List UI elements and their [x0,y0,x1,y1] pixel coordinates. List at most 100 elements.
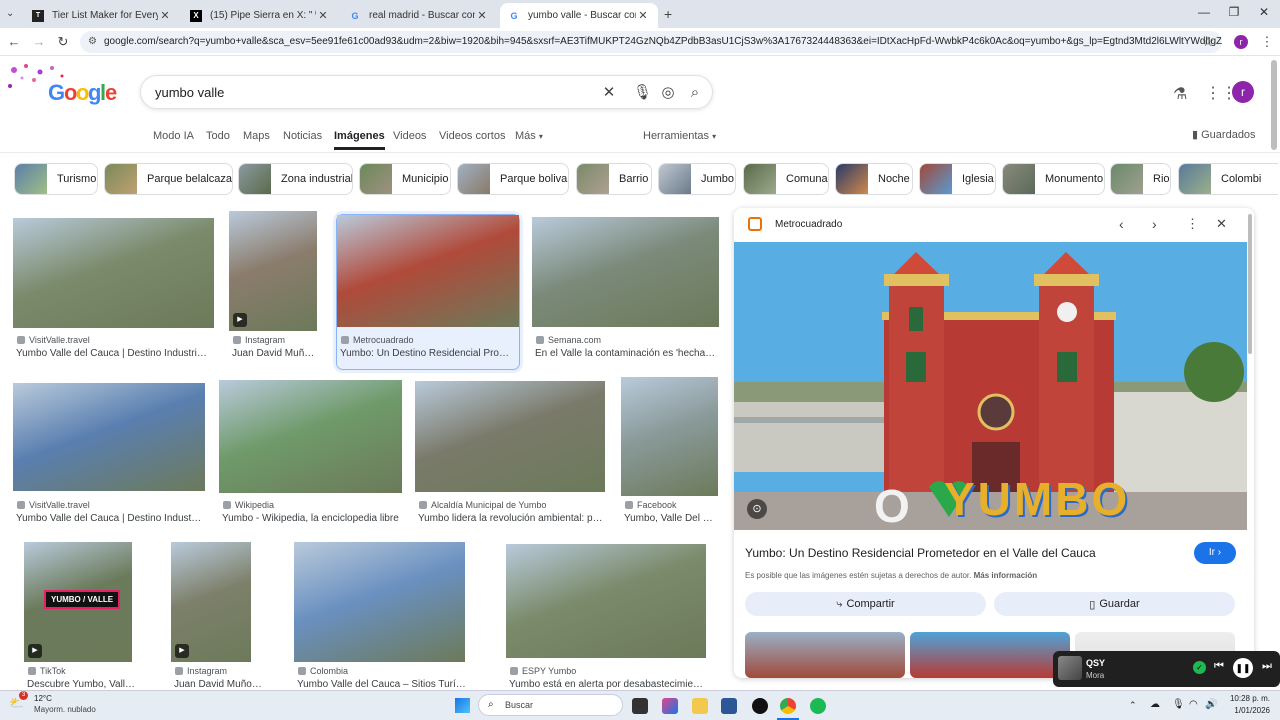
panel-source[interactable]: Metrocuadrado [775,219,842,230]
show-hidden-icons[interactable]: ⌃ [1129,700,1137,711]
browser-menu-icon[interactable]: ⋮ [1258,34,1276,50]
bookmark-star-icon[interactable]: ☆ [1199,34,1217,50]
close-tab-icon[interactable]: ✕ [316,9,330,22]
next-track-icon[interactable]: ⏭ [1262,660,1272,673]
result-source[interactable]: TikTok [28,666,143,676]
pause-icon[interactable]: ❚❚ [1233,658,1253,678]
new-tab-button[interactable]: + [664,6,672,22]
chip-turismo[interactable]: Turismo [14,163,98,195]
chip-iglesia[interactable]: Iglesia [919,163,996,195]
result-caption[interactable]: En el Valle la contaminación es 'hecha e… [535,348,716,359]
result-caption[interactable]: Yumbo - Wikipedia, la enciclopedia libre [222,513,401,524]
account-avatar[interactable]: r [1232,81,1254,103]
lens-search-icon[interactable]: ⊙ [747,499,767,519]
result-thumbnail[interactable] [294,542,465,662]
chip-rio[interactable]: Rio [1110,163,1171,195]
minimize-icon[interactable]: — [1194,5,1214,19]
result-source[interactable]: VisitValle.travel [17,500,209,510]
result-thumbnail[interactable] [532,217,719,327]
image-result[interactable]: VisitValle.travel Yumbo Valle del Cauca |… [13,218,214,369]
image-result[interactable]: ▶ YUMBO / VALLE TikTok Descubre Yumbo, Vall… [24,542,139,700]
image-result[interactable]: Semana.com En el Valle la contaminación e… [532,217,719,369]
result-source[interactable]: Metrocuadrado [341,335,521,345]
save-button[interactable]: ▯ Guardar [994,592,1235,616]
chip-colombia[interactable]: Colombi [1178,163,1278,195]
chip-zona-industrial[interactable]: Zona industrial [238,163,353,195]
chip-monumento[interactable]: Monumento [1002,163,1105,195]
volume-icon[interactable]: 🔊 [1205,699,1217,710]
result-caption[interactable]: Yumbo lidera la revolución ambiental: pr… [418,513,604,524]
browser-tab[interactable]: T Tier List Maker for Everything - ✕ [24,3,180,28]
site-info-icon[interactable]: ⚙ [88,31,97,53]
result-thumbnail[interactable] [13,218,214,328]
more-options-icon[interactable]: ⋮ [1186,216,1199,232]
result-caption[interactable]: Descubre Yumbo, Valle de... [27,679,138,690]
tab-mas[interactable]: Más ▾ [515,130,543,142]
result-caption[interactable]: Juan David Muñoz... [232,348,318,359]
result-source[interactable]: Colombia [298,666,473,676]
result-thumbnail[interactable] [415,381,605,492]
result-source[interactable]: Alcaldía Municipal de Yumbo [419,500,609,510]
close-tab-icon[interactable]: ✕ [475,9,489,22]
maximize-icon[interactable]: ❐ [1224,5,1244,19]
search-input[interactable]: yumbo valle [155,85,224,100]
image-result[interactable]: Alcaldía Municipal de Yumbo Yumbo lidera … [415,381,605,534]
result-source[interactable]: Wikipedia [223,500,406,510]
page-scrollbar[interactable] [1271,60,1277,150]
windows-start-icon[interactable] [455,698,470,713]
related-image[interactable] [910,632,1070,678]
tab-todo[interactable]: Todo [206,130,230,142]
close-tab-icon[interactable]: ✕ [158,9,172,22]
result-thumbnail[interactable] [13,383,205,491]
chip-municipio[interactable]: Municipio [359,163,451,195]
panel-title[interactable]: Yumbo: Un Destino Residencial Prometedor… [745,546,1185,560]
tools-button[interactable]: Herramientas ▾ [643,130,716,142]
search-icon[interactable]: ⌕ [686,84,704,102]
panel-scrollbar[interactable] [1248,214,1252,354]
tab-videos-cortos[interactable]: Videos cortos [439,130,505,142]
browser-tab[interactable]: G real madrid - Buscar con Googl ✕ [341,3,497,28]
profile-avatar[interactable]: r [1234,35,1248,49]
image-result[interactable]: Facebook Yumbo, Valle Del C... [621,377,718,534]
file-explorer-icon[interactable] [692,698,708,714]
next-image-icon[interactable]: › [1152,216,1157,232]
image-result[interactable]: ESPY Yumbo Yumbo está en alerta por desab… [506,544,706,700]
browser-tab[interactable]: X (15) Pipe Sierra en X: "🎈 Así se ✕ [182,3,338,28]
image-result[interactable]: Wikipedia Yumbo - Wikipedia, la enciclope… [219,380,402,534]
chip-barrio[interactable]: Barrio [576,163,652,195]
result-caption[interactable]: Yumbo, Valle Del C... [624,513,717,524]
close-window-icon[interactable]: ✕ [1254,5,1274,19]
related-image[interactable] [745,632,905,678]
image-result[interactable]: VisitValle.travel Yumbo Valle del Cauca |… [13,383,205,534]
saved-button[interactable]: ▮ Guardados [1192,128,1256,141]
onedrive-icon[interactable]: ☁ [1150,699,1160,710]
tab-imagenes[interactable]: Imágenes [334,130,385,150]
forward-icon[interactable]: → [30,34,48,49]
tab-noticias[interactable]: Noticias [283,130,322,142]
tab-search-icon[interactable]: ⌄ [6,8,14,19]
share-button[interactable]: ⤷ Compartir [745,592,986,616]
copilot-icon[interactable] [662,698,678,714]
tab-maps[interactable]: Maps [243,130,270,142]
microphone-icon[interactable]: 🎙 [633,84,652,102]
result-caption[interactable]: Yumbo: Un Destino Residencial Prome... [340,348,516,359]
back-icon[interactable]: ← [5,34,23,49]
labs-flask-icon[interactable]: ⚗ [1173,84,1187,104]
result-thumbnail[interactable] [621,377,718,496]
result-thumbnail[interactable] [337,215,519,327]
result-source[interactable]: Instagram [175,666,270,676]
app-icon[interactable] [752,698,768,714]
image-result[interactable]: ▶ Instagram Juan David Muñoz... [229,211,319,369]
result-thumbnail[interactable] [219,380,402,493]
microphone-icon[interactable]: 🎙 [1172,699,1185,710]
camera-lens-icon[interactable]: ◎ [659,84,677,102]
task-view-icon[interactable] [632,698,648,714]
result-source[interactable]: ESPY Yumbo [510,666,710,676]
preview-image[interactable]: O YUMBO ⊙ [734,242,1247,530]
clear-icon[interactable]: ✕ [600,84,618,102]
result-source[interactable]: VisitValle.travel [17,335,217,345]
result-source[interactable]: Semana.com [536,335,721,345]
result-caption[interactable]: Yumbo Valle del Cauca | Destino Industri… [16,348,212,359]
chip-parque-bolivar[interactable]: Parque bolivar [457,163,569,195]
result-caption[interactable]: Yumbo Valle del Cauca – Sitios Turístico… [297,679,468,690]
